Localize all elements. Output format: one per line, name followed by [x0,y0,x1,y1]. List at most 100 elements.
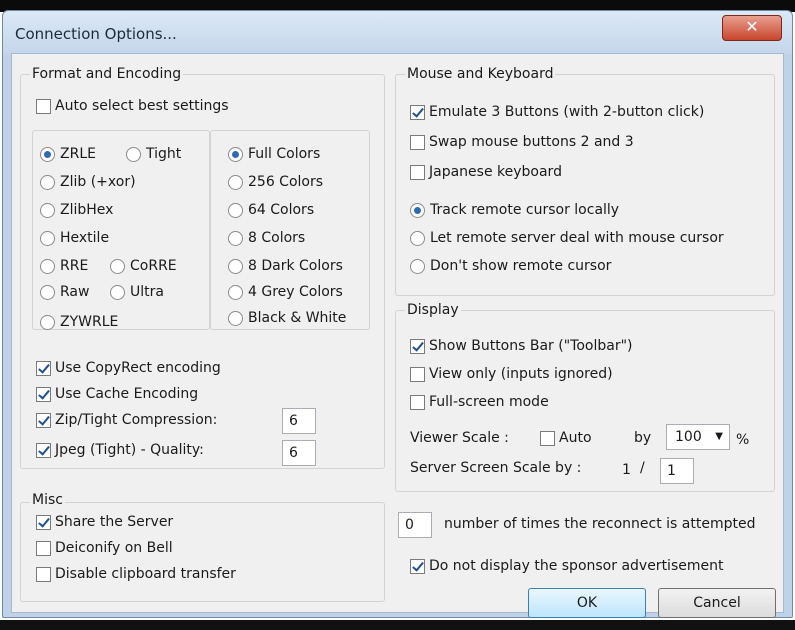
color-radio-8-dark[interactable]: 8 Dark Colors [228,258,343,274]
server-scale-slash: / [640,460,645,476]
encoding-radio-rre[interactable]: RRE [40,258,88,274]
checkbox-box[interactable] [410,134,425,150]
cursor-radio-track-local[interactable]: Track remote cursor locally [410,202,619,218]
encoding-radio-raw[interactable]: Raw [40,284,89,300]
radio-label: Hextile [60,230,110,246]
title-bar[interactable]: Connection Options... ✕ [3,11,792,55]
color-radio-4-grey[interactable]: 4 Grey Colors [228,284,343,300]
encoding-radio-tight[interactable]: Tight [126,146,181,162]
checkbox-label: View only (inputs ignored) [429,366,613,382]
radio-dot[interactable] [110,284,125,300]
color-radio-full[interactable]: Full Colors [228,146,320,162]
checkbox-box[interactable] [36,514,51,530]
radio-dot[interactable] [40,202,55,218]
checkbox-label: Swap mouse buttons 2 and 3 [429,134,634,150]
radio-dot[interactable] [40,314,55,330]
checkbox-label: Japanese keyboard [429,164,562,180]
radio-dot[interactable] [40,174,55,190]
radio-dot[interactable] [410,202,425,218]
dialog-title: Connection Options... [15,25,177,43]
auto-scale-checkbox[interactable]: Auto [540,430,592,446]
checkbox-box[interactable] [410,104,425,120]
cancel-button[interactable]: Cancel [658,588,776,618]
misc-label: Misc [30,492,65,508]
radio-label: 8 Dark Colors [248,258,343,274]
radio-label: 8 Colors [248,230,306,246]
close-button[interactable]: ✕ [722,15,782,41]
fullscreen-checkbox[interactable]: Full-screen mode [410,394,549,410]
encoding-radio-hextile[interactable]: Hextile [40,230,109,246]
radio-dot[interactable] [228,202,243,218]
checkbox-box[interactable] [410,366,425,382]
checkbox-box[interactable] [36,386,51,402]
radio-label: Let remote server deal with mouse cursor [430,230,724,246]
cursor-radio-dont-show[interactable]: Don't show remote cursor [410,258,611,274]
encoding-radio-zrle[interactable]: ZRLE [40,146,96,162]
zip-level-input[interactable]: 6 [282,408,316,434]
color-radio-8[interactable]: 8 Colors [228,230,305,246]
deiconify-checkbox[interactable]: Deiconify on Bell [36,540,173,556]
no-sponsor-ad-checkbox[interactable]: Do not display the sponsor advertisement [410,558,723,574]
radio-dot[interactable] [410,230,425,246]
checkbox-box[interactable] [410,164,425,180]
emulate-3-buttons-checkbox[interactable]: Emulate 3 Buttons (with 2-button click) [410,104,704,120]
radio-label: Tight [146,146,182,162]
encoding-radio-zlibhex[interactable]: ZlibHex [40,202,113,218]
checkbox-box[interactable] [36,540,51,556]
checkbox-box[interactable] [410,394,425,410]
japanese-keyboard-checkbox[interactable]: Japanese keyboard [410,164,562,180]
color-radio-bw[interactable]: Black & White [228,310,346,326]
view-only-checkbox[interactable]: View only (inputs ignored) [410,366,613,382]
server-scale-numerator: 1 [622,462,631,478]
color-radio-64[interactable]: 64 Colors [228,202,314,218]
checkbox-box[interactable] [410,338,425,354]
share-server-checkbox[interactable]: Share the Server [36,514,173,530]
auto-select-label: Auto select best settings [55,98,229,114]
reconnect-count-input[interactable]: 0 [398,512,432,538]
cursor-radio-let-remote[interactable]: Let remote server deal with mouse cursor [410,230,724,246]
radio-dot[interactable] [228,284,243,300]
color-radio-256[interactable]: 256 Colors [228,174,323,190]
radio-dot[interactable] [40,284,55,300]
checkbox-box[interactable] [36,412,51,428]
bottom-strip [0,620,795,630]
radio-dot[interactable] [110,258,125,274]
viewer-scale-select[interactable]: 100 ▼ [666,424,730,450]
radio-label: Zlib (+xor) [60,174,136,190]
checkbox-label: Use CopyRect encoding [55,360,221,376]
radio-dot[interactable] [126,146,141,162]
radio-dot[interactable] [228,310,243,326]
jpeg-quality-input[interactable]: 6 [282,440,316,466]
radio-dot[interactable] [410,258,425,274]
checkbox-box[interactable] [410,558,425,574]
encoding-radio-zywrle[interactable]: ZYWRLE [40,314,118,330]
jpeg-quality-checkbox[interactable]: Jpeg (Tight) - Quality: [36,442,204,458]
checkbox-box[interactable] [36,442,51,458]
cache-encoding-checkbox[interactable]: Use Cache Encoding [36,386,198,402]
checkbox-box[interactable] [540,430,555,446]
auto-select-checkbox[interactable]: Auto select best settings [36,98,229,114]
ok-button[interactable]: OK [528,588,646,618]
swap-buttons-checkbox[interactable]: Swap mouse buttons 2 and 3 [410,134,634,150]
disable-clipboard-checkbox[interactable]: Disable clipboard transfer [36,566,236,582]
encoding-radio-zlib[interactable]: Zlib (+xor) [40,174,136,190]
encoding-radio-ultra[interactable]: Ultra [110,284,164,300]
radio-dot[interactable] [40,258,55,274]
encoding-radio-corre[interactable]: CoRRE [110,258,177,274]
radio-dot[interactable] [228,230,243,246]
checkbox-box[interactable] [36,566,51,582]
checkbox-box[interactable] [36,98,51,114]
radio-label: Black & White [248,310,347,326]
show-toolbar-checkbox[interactable]: Show Buttons Bar ("Toolbar") [410,338,632,354]
radio-dot[interactable] [40,230,55,246]
radio-label: Track remote cursor locally [430,202,620,218]
copyrect-checkbox[interactable]: Use CopyRect encoding [36,360,221,376]
radio-label: ZRLE [60,146,96,162]
radio-dot[interactable] [228,174,243,190]
radio-dot[interactable] [228,258,243,274]
server-scale-denominator-input[interactable]: 1 [660,458,694,484]
radio-dot[interactable] [228,146,243,162]
checkbox-box[interactable] [36,360,51,376]
radio-dot[interactable] [40,146,55,162]
zip-tight-checkbox[interactable]: Zip/Tight Compression: [36,412,217,428]
